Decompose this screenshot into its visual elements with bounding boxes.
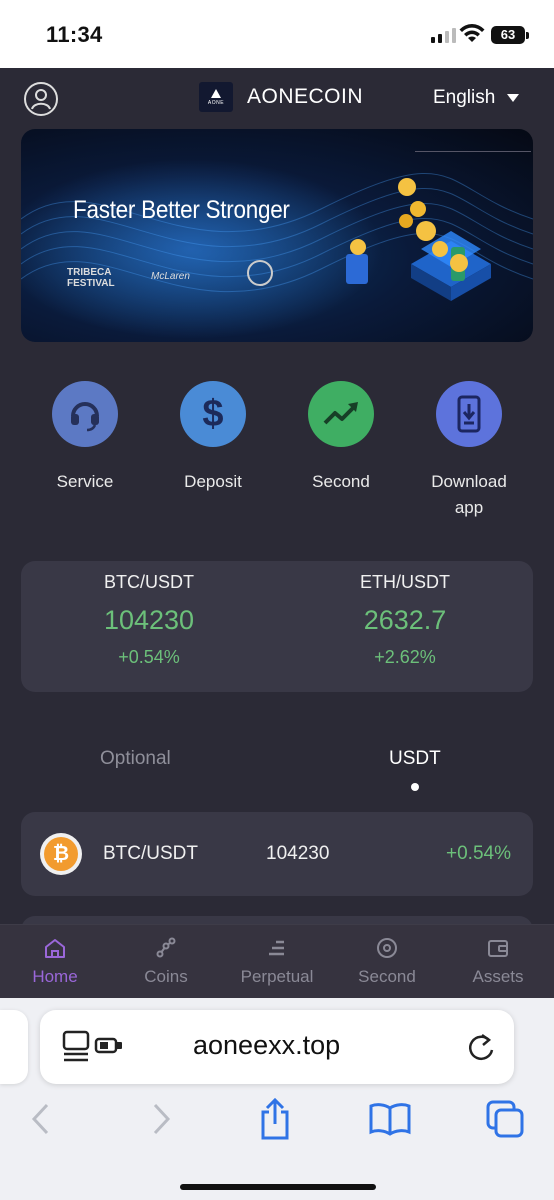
app-header: AONE AONECOIN English xyxy=(0,68,554,128)
language-label: English xyxy=(433,87,496,108)
brand-logo: AONE xyxy=(199,82,233,112)
bookmarks-icon[interactable] xyxy=(365,1094,415,1144)
tab-optional[interactable]: Optional xyxy=(100,748,171,770)
second-label: Second xyxy=(312,472,370,491)
market-tabs: Optional USDT xyxy=(0,740,554,791)
nav-label: Coins xyxy=(144,967,188,986)
language-selector[interactable]: English xyxy=(433,87,520,109)
browser-toolbar xyxy=(0,1094,554,1144)
nav-label: Assets xyxy=(472,967,524,986)
target-icon xyxy=(332,935,442,961)
back-icon[interactable] xyxy=(16,1094,66,1144)
active-tab-indicator xyxy=(411,783,419,791)
partner-logo-tribeca: TRIBECA FESTIVAL xyxy=(67,267,115,289)
phone-download-icon xyxy=(436,381,502,447)
nav-second[interactable]: Second xyxy=(332,935,442,987)
partner-logo-mclaren: McLaren xyxy=(151,271,190,282)
bottom-nav: Home Coins Perpetual Second Assets xyxy=(0,924,554,998)
market-price: 104230 xyxy=(266,843,330,864)
tab-usdt[interactable]: USDT xyxy=(389,748,441,770)
deposit-button[interactable]: $ Deposit xyxy=(158,381,268,495)
status-bar: 11:34 63 xyxy=(0,0,554,68)
banner-wave-graphic xyxy=(21,159,533,339)
share-icon[interactable] xyxy=(250,1094,300,1144)
page-menu-icon[interactable] xyxy=(62,1030,124,1062)
banner-tagline: Faster Better Stronger xyxy=(73,196,290,224)
nav-coins[interactable]: Coins xyxy=(111,935,221,987)
bitcoin-icon: ₿ xyxy=(40,833,82,875)
service-button[interactable]: Service xyxy=(30,381,140,495)
perpetual-icon xyxy=(222,935,332,961)
app-screen: AONE AONECOIN English Faster Better Stro… xyxy=(0,68,554,936)
status-time: 11:34 xyxy=(46,22,103,47)
ticker-change: +2.62% xyxy=(374,647,436,667)
partner-logo-club-crest xyxy=(247,260,273,286)
address-bar[interactable]: aoneexx.top xyxy=(40,1010,514,1084)
trend-up-icon xyxy=(308,381,374,447)
ticker-price: 104230 xyxy=(103,605,195,635)
deposit-label: Deposit xyxy=(184,472,242,491)
brand-name: AONECOIN xyxy=(247,85,364,108)
ticker-pair: ETH/USDT xyxy=(360,572,450,592)
download-app-button[interactable]: Download app xyxy=(414,381,524,521)
tabs-icon[interactable] xyxy=(480,1094,530,1144)
home-indicator xyxy=(180,1184,376,1190)
ticker-pair: BTC/USDT xyxy=(104,572,194,592)
nav-label: Perpetual xyxy=(240,967,314,986)
battery-icon: 63 xyxy=(491,26,529,44)
previous-tab-peek[interactable] xyxy=(0,1010,28,1084)
market-pair: BTC/USDT xyxy=(103,843,198,864)
nav-assets[interactable]: Assets xyxy=(443,935,553,987)
ticker-price: 2632.7 xyxy=(363,605,447,635)
caret-down-icon xyxy=(507,94,520,102)
user-profile-icon[interactable] xyxy=(24,82,58,116)
ticker-summary-card: BTC/USDT 104230 +0.54% ETH/USDT 2632.7 +… xyxy=(21,561,533,692)
url-text: aoneexx.top xyxy=(193,1030,341,1060)
ticker-btc[interactable]: BTC/USDT 104230 +0.54% xyxy=(21,572,277,668)
wallet-icon xyxy=(443,935,553,961)
market-change: +0.54% xyxy=(446,843,511,864)
nav-label: Home xyxy=(32,967,78,986)
ticker-change: +0.54% xyxy=(118,647,180,667)
download-app-label: Download app xyxy=(431,472,507,517)
cellular-signal-icon xyxy=(431,28,456,43)
reload-icon[interactable] xyxy=(467,1032,495,1062)
home-icon xyxy=(0,935,110,961)
coins-icon xyxy=(111,935,221,961)
nav-perpetual[interactable]: Perpetual xyxy=(222,935,332,987)
dollar-icon: $ xyxy=(180,381,246,447)
service-label: Service xyxy=(56,472,114,491)
browser-chrome: aoneexx.top xyxy=(0,998,554,1200)
nav-label: Second xyxy=(358,967,416,986)
market-list-item[interactable]: ₿ BTC/USDT 104230 +0.54% xyxy=(21,812,533,896)
headset-icon xyxy=(52,381,118,447)
promo-banner[interactable]: Faster Better Stronger TRIBECA FESTIVAL … xyxy=(21,129,533,342)
forward-icon[interactable] xyxy=(136,1094,186,1144)
ticker-eth[interactable]: ETH/USDT 2632.7 +2.62% xyxy=(277,572,533,668)
nav-home[interactable]: Home xyxy=(0,935,110,987)
second-button[interactable]: Second xyxy=(286,381,396,495)
wifi-icon xyxy=(459,24,485,42)
